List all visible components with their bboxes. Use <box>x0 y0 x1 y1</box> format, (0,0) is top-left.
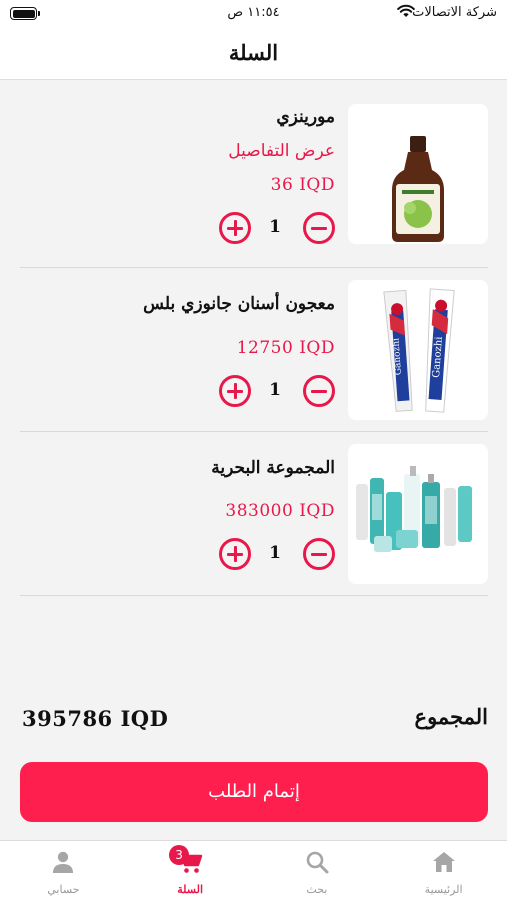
tab-search[interactable]: بحث <box>254 841 381 900</box>
nav-header: السلة <box>0 28 507 80</box>
cart-item: مورينزي عرض التفاصيل 36 IQD 1 <box>20 104 488 268</box>
increase-quantity-button[interactable] <box>219 538 251 570</box>
tab-home[interactable]: الرئيسية <box>380 841 507 900</box>
quantity-value: 1 <box>269 380 281 400</box>
tab-bar: الرئيسية بحث 3 السلة حسابي <box>0 840 507 900</box>
status-time: ١١:٥٤ ص <box>227 5 280 20</box>
home-icon <box>432 852 455 872</box>
decrease-quantity-button[interactable] <box>303 375 335 407</box>
product-name[interactable]: معجون أسنان جانوزي بلس <box>143 294 335 314</box>
page-title: السلة <box>228 40 279 65</box>
decrease-quantity-button[interactable] <box>303 212 335 244</box>
product-price: 36 IQD <box>270 175 335 195</box>
tab-label: السلة <box>177 883 203 896</box>
tab-cart[interactable]: 3 السلة <box>127 841 254 900</box>
wifi-icon <box>397 4 415 17</box>
increase-quantity-button[interactable] <box>219 212 251 244</box>
cart-item: Ganozhi Ganozhi معجون أسنان جانوزي بلس 1… <box>20 268 488 432</box>
product-image-syrup-bottle[interactable] <box>348 104 488 244</box>
search-icon <box>306 851 329 874</box>
person-icon <box>53 851 74 873</box>
tab-label: بحث <box>306 883 328 896</box>
checkout-button[interactable]: إتمام الطلب <box>20 762 488 822</box>
tab-account[interactable]: حسابي <box>0 841 127 900</box>
product-name[interactable]: المجموعة البحرية <box>211 458 335 478</box>
status-bar: شركة الاتصالات ١١:٥٤ ص <box>0 0 507 28</box>
increase-quantity-button[interactable] <box>219 375 251 407</box>
tab-label: الرئيسية <box>424 883 463 896</box>
tab-label: حسابي <box>47 883 80 896</box>
decrease-quantity-button[interactable] <box>303 538 335 570</box>
total-value: 395786 IQD <box>22 706 169 731</box>
cart-count-badge: 3 <box>169 845 190 865</box>
order-total-row: المجموع 395786 IQD <box>20 700 488 740</box>
carrier-name: شركة الاتصالات <box>412 5 497 20</box>
view-details-link[interactable]: عرض التفاصيل <box>228 141 335 161</box>
quantity-value: 1 <box>269 217 281 237</box>
product-name[interactable]: مورينزي <box>276 107 335 127</box>
quantity-value: 1 <box>269 543 281 563</box>
total-label: المجموع <box>414 704 488 729</box>
product-image-toothpaste-tube[interactable]: Ganozhi Ganozhi <box>348 280 488 420</box>
cart-item: المجموعة البحرية 383000 IQD 1 <box>20 432 488 596</box>
product-price: 383000 IQD <box>225 501 335 521</box>
battery-icon <box>10 7 40 20</box>
product-price: 12750 IQD <box>236 338 335 358</box>
product-image-skincare-set[interactable] <box>348 444 488 584</box>
